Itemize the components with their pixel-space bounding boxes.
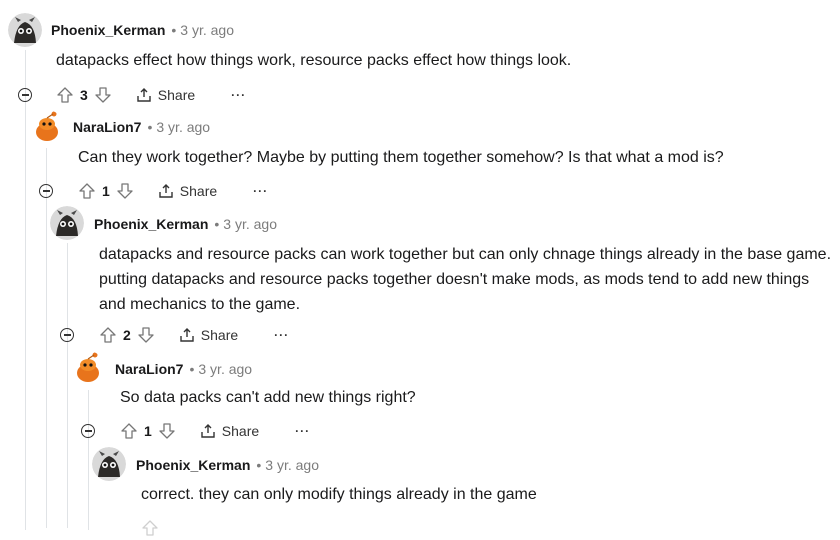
collapse-icon[interactable] — [81, 424, 95, 438]
downvote-icon[interactable] — [158, 422, 176, 440]
more-options-button[interactable]: ··· — [295, 424, 310, 438]
author-name[interactable]: Phoenix_Kerman — [51, 22, 165, 38]
comment-actions — [141, 516, 159, 540]
comment-body: So data packs can't add new things right… — [120, 389, 416, 406]
author-name[interactable]: NaraLion7 — [73, 119, 141, 135]
comment-age[interactable]: 3 yr. ago — [180, 22, 234, 38]
comment-body: correct. they can only modify things alr… — [141, 486, 537, 503]
avatar[interactable] — [71, 351, 105, 385]
separator-dot: • — [256, 457, 262, 473]
vote-group: 2 — [99, 326, 155, 344]
share-label: Share — [157, 87, 196, 103]
separator-dot: • — [171, 22, 177, 38]
downvote-icon[interactable] — [137, 326, 155, 344]
separator-dot: • — [189, 361, 195, 377]
upvote-icon[interactable] — [78, 182, 96, 200]
collapse-icon[interactable] — [18, 88, 32, 102]
vote-score: 3 — [80, 87, 88, 103]
share-button[interactable]: Share — [136, 87, 195, 103]
share-icon — [201, 424, 215, 438]
comment-meta: NaraLion7 • 3 yr. ago — [115, 361, 252, 377]
share-label: Share — [179, 183, 218, 199]
comment-age[interactable]: 3 yr. ago — [265, 457, 319, 473]
comment-meta: Phoenix_Kerman • 3 yr. ago — [51, 22, 234, 38]
comment-body: Can they work together? Maybe by putting… — [78, 149, 724, 166]
collapse-icon[interactable] — [39, 184, 53, 198]
vote-group: 3 — [56, 86, 112, 104]
upvote-icon[interactable] — [141, 519, 159, 537]
share-label: Share — [200, 327, 239, 343]
comment-meta: NaraLion7 • 3 yr. ago — [73, 119, 210, 135]
avatar[interactable] — [92, 447, 126, 481]
thread-line — [46, 148, 47, 528]
thread-line — [67, 243, 68, 528]
comment-age[interactable]: 3 yr. ago — [223, 216, 277, 232]
vote-score: 2 — [123, 327, 131, 343]
thread-line — [25, 50, 26, 530]
comment-body: datapacks and resource packs can work to… — [99, 246, 832, 313]
avatar[interactable] — [8, 13, 42, 47]
share-icon — [159, 184, 173, 198]
snoo-avatar-icon — [71, 351, 105, 385]
share-icon — [137, 88, 151, 102]
vote-score: 1 — [144, 423, 152, 439]
vote-score: 1 — [102, 183, 110, 199]
snoo-avatar-icon — [30, 110, 64, 144]
comment-body: datapacks effect how things work, resour… — [56, 52, 572, 69]
author-name[interactable]: NaraLion7 — [115, 361, 183, 377]
author-name[interactable]: Phoenix_Kerman — [136, 457, 250, 473]
more-options-button[interactable]: ··· — [253, 184, 268, 198]
separator-dot: • — [214, 216, 220, 232]
comment-meta: Phoenix_Kerman • 3 yr. ago — [136, 457, 319, 473]
comment-meta: Phoenix_Kerman • 3 yr. ago — [94, 216, 277, 232]
more-options-button[interactable]: ··· — [274, 328, 289, 342]
upvote-icon[interactable] — [120, 422, 138, 440]
vote-group — [141, 519, 159, 537]
upvote-icon[interactable] — [56, 86, 74, 104]
downvote-icon[interactable] — [94, 86, 112, 104]
comment-actions: 1 Share ··· — [120, 419, 310, 443]
phoenix-avatar-icon — [92, 447, 126, 481]
downvote-icon[interactable] — [116, 182, 134, 200]
comment-age[interactable]: 3 yr. ago — [156, 119, 210, 135]
thread-line — [88, 390, 89, 530]
more-options-button[interactable]: ··· — [231, 88, 246, 102]
collapse-icon[interactable] — [60, 328, 74, 342]
phoenix-avatar-icon — [50, 206, 84, 240]
separator-dot: • — [147, 119, 153, 135]
share-icon — [180, 328, 194, 342]
comment-actions: 3 Share ··· — [56, 83, 246, 107]
vote-group: 1 — [78, 182, 134, 200]
author-name[interactable]: Phoenix_Kerman — [94, 216, 208, 232]
vote-group: 1 — [120, 422, 176, 440]
comment-actions: 1 Share ··· — [78, 179, 268, 203]
share-label: Share — [221, 423, 260, 439]
avatar[interactable] — [30, 110, 64, 144]
share-button[interactable]: Share — [158, 183, 217, 199]
avatar[interactable] — [50, 206, 84, 240]
upvote-icon[interactable] — [99, 326, 117, 344]
share-button[interactable]: Share — [200, 423, 259, 439]
share-button[interactable]: Share — [179, 327, 238, 343]
comment-actions: 2 Share ··· — [99, 323, 289, 347]
phoenix-avatar-icon — [8, 13, 42, 47]
comment-age[interactable]: 3 yr. ago — [198, 361, 252, 377]
